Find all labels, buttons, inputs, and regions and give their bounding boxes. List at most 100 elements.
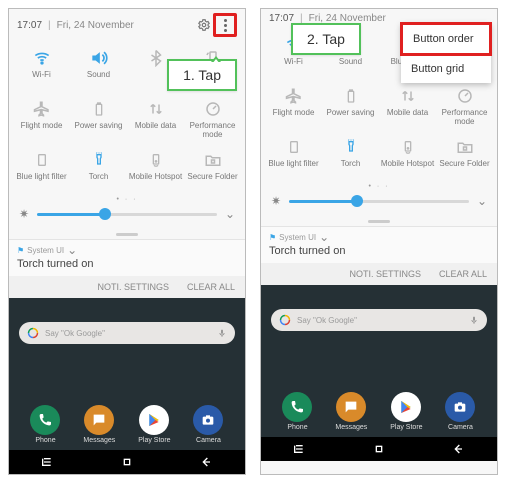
settings-icon[interactable] (195, 16, 213, 34)
page-indicator: • · · (9, 196, 245, 205)
torch-icon (88, 149, 110, 171)
menu-button-order[interactable]: Button order (400, 22, 492, 56)
gauge-icon (454, 85, 476, 107)
phone-left: 17:07 | Fri, 24 November 1. Tap Wi-Fi So… (8, 8, 246, 475)
more-menu-button[interactable] (213, 13, 237, 37)
tile-secure[interactable]: Secure Folder (436, 132, 493, 183)
back-button[interactable] (450, 441, 466, 457)
search-placeholder: Say "Ok Google" (45, 329, 105, 338)
clear-all-button[interactable]: CLEAR ALL (439, 269, 487, 279)
app-camera[interactable]: Camera (193, 405, 223, 444)
app-messages[interactable]: Messages (335, 392, 367, 431)
noti-settings-button[interactable]: NOTI. SETTINGS (97, 282, 169, 292)
battery-icon (88, 98, 110, 120)
notification-card[interactable]: ⚑System UI ⌄ Torch turned on (9, 239, 245, 276)
status-bar: 17:07 | Fri, 24 November (9, 9, 245, 41)
callout-tap-2: 2. Tap (291, 23, 361, 55)
home-button[interactable] (119, 454, 135, 470)
tile-flight[interactable]: Flight mode (13, 94, 70, 145)
dock: Phone Messages Play Store Camera (19, 405, 235, 450)
google-search-bar[interactable]: Say "Ok Google" (271, 309, 487, 331)
app-camera[interactable]: Camera (445, 392, 475, 431)
homescreen: Say "Ok Google" Phone Messages Play Stor… (9, 298, 245, 450)
tile-wifi[interactable]: Wi-Fi (13, 43, 70, 94)
google-icon (27, 327, 39, 339)
torch-small-icon: ⚑ (269, 233, 276, 242)
date-text: Fri, 24 November (57, 20, 134, 31)
mobiledata-icon (397, 85, 419, 107)
overflow-menu: Button order Button grid (401, 23, 491, 83)
brightness-slider[interactable] (289, 200, 469, 203)
battery-icon (340, 85, 362, 107)
brightness-slider[interactable] (37, 213, 217, 216)
app-phone[interactable]: Phone (30, 405, 60, 444)
sound-icon (88, 47, 110, 69)
dock: Phone Messages Play Store Camera (271, 392, 487, 437)
noti-settings-button[interactable]: NOTI. SETTINGS (349, 269, 421, 279)
hotspot-icon (397, 136, 419, 158)
airplane-icon (283, 85, 305, 107)
clock-text: 17:07 (17, 20, 42, 31)
torch-small-icon: ⚑ (17, 246, 24, 255)
app-phone[interactable]: Phone (282, 392, 312, 431)
folder-lock-icon (454, 136, 476, 158)
drag-handle[interactable] (261, 216, 497, 226)
drag-handle[interactable] (9, 229, 245, 239)
tile-torch[interactable]: Torch (322, 132, 379, 183)
callout-tap-1: 1. Tap (167, 59, 237, 91)
notif-body: Torch turned on (17, 258, 237, 270)
tile-power[interactable]: Power saving (70, 94, 127, 145)
gauge-icon (202, 98, 224, 120)
tile-hotspot[interactable]: Mobile Hotspot (379, 132, 436, 183)
notif-app: ⚑System UI ⌄ (269, 230, 489, 244)
tile-power[interactable]: Power saving (322, 81, 379, 132)
recents-button[interactable] (40, 454, 56, 470)
brightness-icon: ✷ (271, 194, 281, 208)
notif-actions: NOTI. SETTINGS CLEAR ALL (9, 276, 245, 298)
back-button[interactable] (198, 454, 214, 470)
google-icon (279, 314, 291, 326)
hotspot-icon (145, 149, 167, 171)
tile-bluelight[interactable]: Blue light filter (265, 132, 322, 183)
brightness-icon: ✷ (19, 207, 29, 221)
search-placeholder: Say "Ok Google" (297, 316, 357, 325)
chevron-down-icon[interactable]: ⌄ (477, 194, 487, 208)
app-messages[interactable]: Messages (83, 405, 115, 444)
mobiledata-icon (145, 98, 167, 120)
homescreen: Say "Ok Google" Phone Messages Play Stor… (261, 285, 497, 437)
brightness-row: ✷ ⌄ (261, 192, 497, 216)
notification-card[interactable]: ⚑System UI ⌄ Torch turned on (261, 226, 497, 263)
menu-button-grid[interactable]: Button grid (401, 55, 491, 83)
torch-icon (340, 136, 362, 158)
home-button[interactable] (371, 441, 387, 457)
chevron-down-icon[interactable]: ⌄ (225, 207, 235, 221)
mic-icon (217, 328, 227, 338)
tile-mobiledata[interactable]: Mobile data (127, 94, 184, 145)
mic-icon (469, 315, 479, 325)
tile-flight[interactable]: Flight mode (265, 81, 322, 132)
tile-performance[interactable]: Performance mode (184, 94, 241, 145)
airplane-icon (31, 98, 53, 120)
tile-sound[interactable]: Sound (70, 43, 127, 94)
tile-performance[interactable]: Performance mode (436, 81, 493, 132)
clear-all-button[interactable]: CLEAR ALL (187, 282, 235, 292)
bluetooth-icon (145, 47, 167, 69)
folder-lock-icon (202, 149, 224, 171)
tile-torch[interactable]: Torch (70, 145, 127, 196)
nav-bar (9, 450, 245, 474)
notif-body: Torch turned on (269, 245, 489, 257)
brightness-row: ✷ ⌄ (9, 205, 245, 229)
notif-actions: NOTI. SETTINGS CLEAR ALL (261, 263, 497, 285)
bluelight-icon (31, 149, 53, 171)
nav-bar (261, 437, 497, 461)
app-playstore[interactable]: Play Store (390, 392, 422, 431)
page-indicator: • · · (261, 183, 497, 192)
app-playstore[interactable]: Play Store (138, 405, 170, 444)
tile-secure[interactable]: Secure Folder (184, 145, 241, 196)
recents-button[interactable] (292, 441, 308, 457)
tile-bluelight[interactable]: Blue light filter (13, 145, 70, 196)
tile-hotspot[interactable]: Mobile Hotspot (127, 145, 184, 196)
phone-right: 17:07 | Fri, 24 November 2. Tap Button o… (260, 8, 498, 475)
google-search-bar[interactable]: Say "Ok Google" (19, 322, 235, 344)
tile-mobiledata[interactable]: Mobile data (379, 81, 436, 132)
